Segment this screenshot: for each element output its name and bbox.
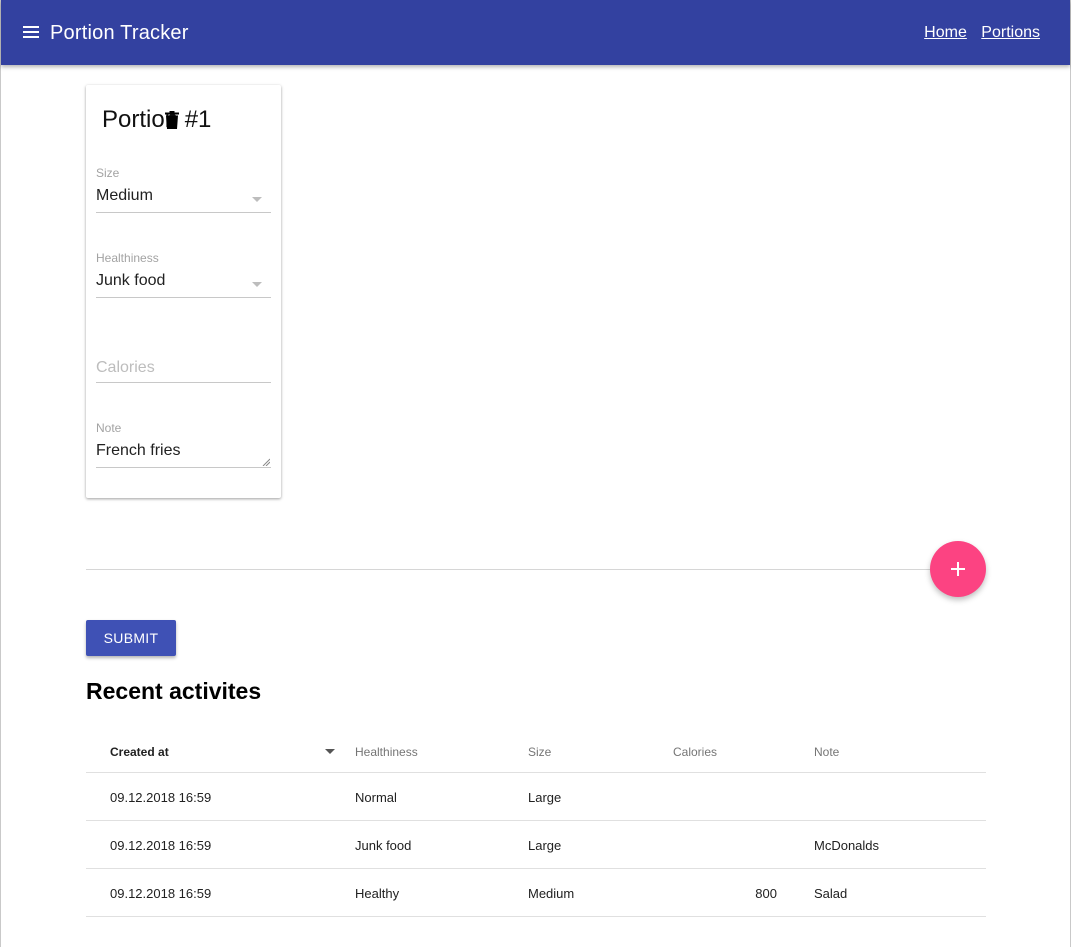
healthiness-underline (96, 297, 271, 298)
submit-button[interactable]: SUBMIT (86, 620, 176, 656)
nav-link-portions[interactable]: Portions (981, 24, 1040, 41)
table-row[interactable]: 09.12.2018 16:59 Normal Large (86, 773, 986, 821)
cell-calories: 800 (755, 886, 777, 901)
portion-card-title: Portion #1 (102, 106, 212, 133)
menu-icon[interactable] (23, 26, 41, 40)
cell-created-at: 09.12.2018 16:59 (110, 838, 212, 853)
resize-handle-icon[interactable] (262, 458, 270, 466)
cell-size: Medium (528, 886, 575, 901)
add-portion-button[interactable] (930, 541, 986, 597)
sort-desc-icon[interactable] (325, 749, 335, 754)
note-textarea[interactable]: French fries (96, 442, 180, 460)
cell-size: Large (528, 838, 562, 853)
note-underline (96, 467, 271, 468)
page: Portion Tracker Home Portions Portion #1… (0, 0, 1071, 947)
healthiness-label: Healthiness (96, 251, 159, 265)
cell-created-at: 09.12.2018 16:59 (110, 886, 212, 901)
column-header-note[interactable]: Note (814, 745, 839, 759)
chevron-down-icon[interactable] (252, 282, 262, 287)
cell-created-at: 09.12.2018 16:59 (110, 790, 212, 805)
healthiness-select[interactable]: Junk food (96, 272, 165, 290)
app-bar: Portion Tracker Home Portions (1, 0, 1070, 65)
cell-note: Salad (814, 886, 848, 901)
column-header-healthiness[interactable]: Healthiness (355, 745, 418, 759)
table-row[interactable]: 09.12.2018 16:59 Healthy Medium 800 Sala… (86, 869, 986, 917)
size-underline (96, 212, 271, 213)
cell-note: McDonalds (814, 838, 880, 853)
recent-activities-table: Created at Healthiness Size Calories Not… (86, 729, 986, 917)
chevron-down-icon[interactable] (252, 197, 262, 202)
nav-link-home[interactable]: Home (924, 24, 967, 41)
app-title: Portion Tracker (50, 22, 189, 44)
cell-healthiness: Junk food (355, 838, 412, 853)
calories-input[interactable]: Calories (96, 359, 155, 377)
note-label: Note (96, 421, 122, 435)
table-row[interactable]: 09.12.2018 16:59 Junk food Large McDonal… (86, 821, 986, 869)
cell-size: Large (528, 790, 562, 805)
table-header: Created at Healthiness Size Calories Not… (86, 729, 986, 773)
cell-healthiness: Healthy (355, 886, 400, 901)
cell-healthiness: Normal (355, 790, 397, 805)
column-header-size[interactable]: Size (528, 745, 551, 759)
size-select[interactable]: Medium (96, 187, 153, 205)
trash-icon[interactable] (165, 111, 179, 129)
size-label: Size (96, 166, 120, 180)
column-header-calories[interactable]: Calories (673, 745, 717, 759)
calories-underline (96, 382, 271, 383)
portions-divider (86, 569, 966, 570)
top-nav: Home Portions (914, 22, 1040, 44)
recent-activities-title: Recent activites (86, 678, 262, 704)
column-header-created-at[interactable]: Created at (110, 745, 169, 759)
portion-card: Portion #1 Size Medium Healthiness Junk … (86, 85, 281, 498)
